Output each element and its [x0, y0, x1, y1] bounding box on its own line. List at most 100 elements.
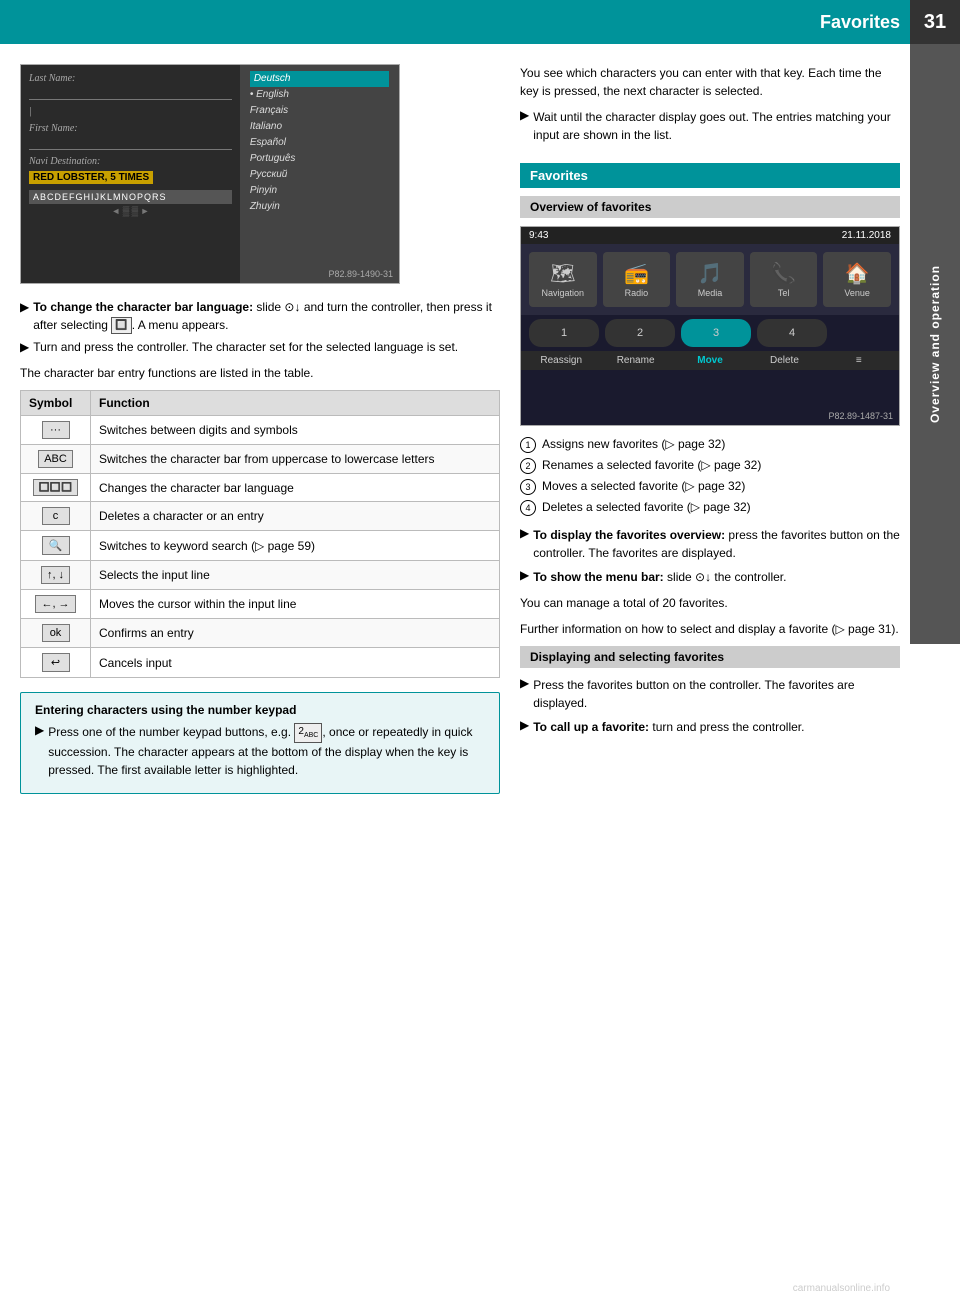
bullet-show-text: To show the menu bar: slide ⊙↓ the contr… — [533, 568, 786, 586]
func-digits-symbols: Switches between digits and symbols — [91, 416, 500, 445]
sym-updown: ↑, ↓ — [41, 566, 70, 584]
arrow-icon-6: ▶ — [520, 568, 529, 586]
table-row: ↩ Cancels input — [21, 648, 500, 678]
fav-action-delete: Delete — [752, 355, 816, 366]
char-bar-screenshot: Last Name: | First Name: Navi Destinatio… — [20, 64, 400, 284]
func-keyword-search: Switches to keyword search (▷ page 59) — [91, 531, 500, 561]
list-item-3-text: Moves a selected favorite (▷ page 32) — [542, 478, 745, 495]
fav-icon-label-radio: Radio — [625, 288, 649, 298]
bullet-show-menu-bar: ▶ To show the menu bar: slide ⊙↓ the con… — [520, 568, 900, 586]
table-row: ↑, ↓ Selects the input line — [21, 561, 500, 590]
fav-num-4: 4 — [757, 319, 827, 347]
right-wait-text: Wait until the character display goes ou… — [533, 108, 900, 144]
table-row: ←, → Moves the cursor within the input l… — [21, 590, 500, 619]
func-select-input: Selects the input line — [91, 561, 500, 590]
fav-action-extra: ≡ — [827, 355, 891, 366]
ss-lang-italiano: Italiano — [250, 119, 389, 135]
disp-bullet-2: ▶ To call up a favorite: turn and press … — [520, 718, 900, 736]
media-icon: 🎵 — [698, 261, 723, 286]
side-label-text: Overview and operation — [928, 265, 942, 423]
page-number-block: 31 — [910, 0, 960, 44]
fav-time: 9:43 — [529, 230, 548, 241]
arrow-icon-5: ▶ — [520, 526, 529, 562]
ss-first-name-label: First Name: — [29, 123, 232, 134]
instruction-turn-press-text: Turn and press the controller. The chara… — [33, 338, 458, 356]
right-bullet-wait: ▶ Wait until the character display goes … — [520, 108, 900, 144]
inline-btn-2abc: 2ABC — [294, 723, 322, 743]
fav-num-2: 2 — [605, 319, 675, 347]
sym-leftright: ←, → — [35, 595, 75, 613]
info-box-keypad: Entering characters using the number key… — [20, 692, 500, 794]
right-column: You see which characters you can enter w… — [520, 64, 900, 808]
venue-icon: 🏠 — [845, 261, 870, 286]
ss-lang-russian: Русский — [250, 167, 389, 183]
disp-bullet-2-text: To call up a favorite: turn and press th… — [533, 718, 804, 736]
sym-back: ↩ — [42, 653, 70, 672]
fav-caption: P82.89-1487-31 — [828, 411, 893, 421]
favorites-screenshot: 9:43 21.11.2018 🗺 Navigation 📻 Radio 🎵 M… — [520, 226, 900, 426]
fav-action-rename: Rename — [603, 355, 667, 366]
side-label: Overview and operation — [910, 44, 960, 644]
fav-bottom-bar: Reassign Rename Move Delete ≡ — [521, 351, 899, 370]
inline-btn-navi: 🔲 — [111, 317, 131, 334]
fav-action-move: Move — [678, 355, 742, 366]
table-row: c Deletes a character or an entry — [21, 502, 500, 531]
list-item-4: 4 Deletes a selected favorite (▷ page 32… — [520, 499, 900, 516]
watermark: carmanualsonline.info — [793, 1283, 890, 1294]
disp-bullet-1-text: Press the favorites button on the contro… — [533, 676, 900, 712]
fav-icon-label-media: Media — [698, 288, 723, 298]
bullet-display-text: To display the favorites overview: press… — [533, 526, 900, 562]
table-row: 🔍 Switches to keyword search (▷ page 59) — [21, 531, 500, 561]
fav-icon-radio: 📻 Radio — [603, 252, 671, 307]
func-cancel: Cancels input — [91, 648, 500, 678]
radio-icon: 📻 — [624, 261, 649, 286]
header-title: Favorites — [820, 12, 900, 33]
fav-icon-label-nav: Navigation — [542, 288, 585, 298]
list-item-2-text: Renames a selected favorite (▷ page 32) — [542, 457, 761, 474]
fav-top-bar: 9:43 21.11.2018 — [521, 227, 899, 244]
sym-search: 🔍 — [42, 536, 70, 555]
fav-num-1: 1 — [529, 319, 599, 347]
main-content: Last Name: | First Name: Navi Destinatio… — [0, 44, 960, 828]
info-box-title: Entering characters using the number key… — [35, 703, 485, 717]
list-item-1-text: Assigns new favorites (▷ page 32) — [542, 436, 725, 453]
ss-lang-espanol: Español — [250, 135, 389, 151]
disp-sel-header: Displaying and selecting favorites — [520, 646, 900, 668]
table-intro-text: The character bar entry functions are li… — [20, 364, 500, 382]
fav-icon-media: 🎵 Media — [676, 252, 744, 307]
sym-lang: 🔲🔲🔲 — [33, 479, 79, 496]
num-circle-3: 3 — [520, 479, 536, 495]
ss-lang-portugues: Português — [250, 151, 389, 167]
ss-lang-deutsch: Deutsch — [250, 71, 389, 87]
ss-caption: P82.89-1490-31 — [328, 269, 393, 279]
ss-navi-dest-label: Navi Destination: — [29, 156, 232, 167]
table-row: 🔲🔲🔲 Changes the character bar language — [21, 474, 500, 502]
func-confirm: Confirms an entry — [91, 619, 500, 648]
ss-lang-english: • English — [250, 87, 389, 103]
fav-num-3: 3 — [681, 319, 751, 347]
sym-ok: ok — [42, 624, 70, 642]
ss-lang-zhuyin: Zhuyin — [250, 199, 389, 215]
text-manage-favorites: You can manage a total of 20 favorites. — [520, 594, 900, 612]
fav-icon-label-tel: Tel — [778, 288, 790, 298]
arrow-icon-1: ▶ — [20, 298, 29, 334]
info-box-bullet: ▶ Press one of the number keypad buttons… — [35, 723, 485, 779]
instruction-change-lang: ▶ To change the character bar language: … — [20, 298, 500, 334]
instruction-turn-press: ▶ Turn and press the controller. The cha… — [20, 338, 500, 356]
ss-lang-pinyin: Pinyin — [250, 183, 389, 199]
func-char-lang: Changes the character bar language — [91, 474, 500, 502]
function-table: Symbol Function ··· Switches between dig… — [20, 390, 500, 678]
ss-nav-arrows: ◄ ▒ ▒ ► — [29, 206, 232, 216]
arrow-icon-4: ▶ — [520, 108, 529, 144]
char-bar-instructions: ▶ To change the character bar language: … — [20, 298, 500, 356]
fav-action-reassign: Reassign — [529, 355, 593, 366]
fav-numbers-row: 1 2 3 4 — [521, 315, 899, 351]
arrow-icon-2: ▶ — [20, 338, 29, 356]
table-row: ok Confirms an entry — [21, 619, 500, 648]
num-circle-1: 1 — [520, 437, 536, 453]
text-further-info: Further information on how to select and… — [520, 620, 900, 638]
overview-subsection-header: Overview of favorites — [520, 196, 900, 218]
func-delete: Deletes a character or an entry — [91, 502, 500, 531]
list-item-1: 1 Assigns new favorites (▷ page 32) — [520, 436, 900, 453]
info-box-text: Press one of the number keypad buttons, … — [48, 723, 485, 779]
